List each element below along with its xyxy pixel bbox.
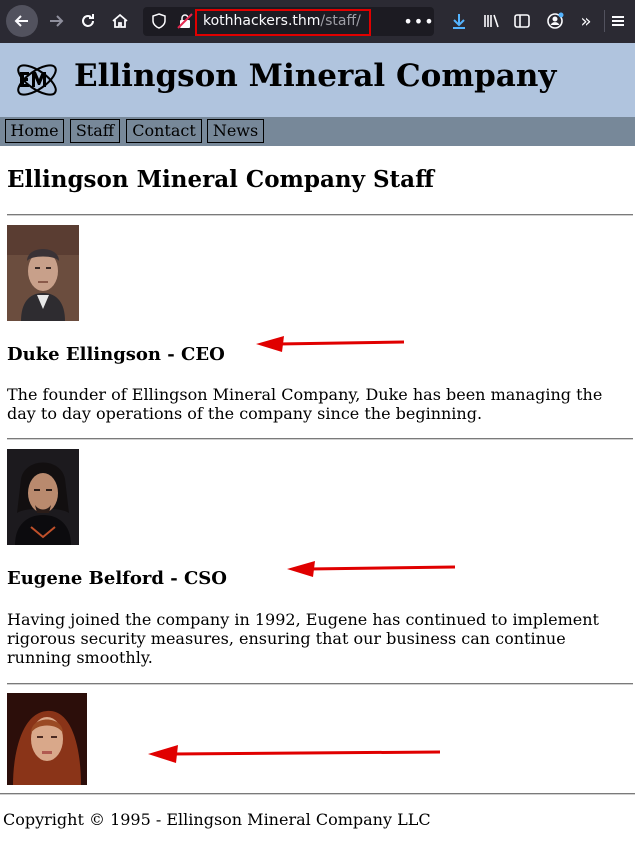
reload-icon[interactable] xyxy=(76,9,100,33)
annotation-arrow-icon xyxy=(148,745,441,763)
staff-photo-duke xyxy=(7,225,79,321)
url-host: kothhackers.thm xyxy=(203,13,321,29)
footer-copyright: Copyright © 1995 - Ellingson Mineral Com… xyxy=(3,810,431,829)
staff-description-eugene: Having joined the company in 1992, Eugen… xyxy=(7,610,599,667)
back-arrow-icon[interactable] xyxy=(6,5,38,37)
home-icon[interactable] xyxy=(108,9,132,33)
staff-photo-eugene xyxy=(7,449,79,545)
page-heading: Ellingson Mineral Company Staff xyxy=(7,166,434,193)
company-logo-icon xyxy=(12,55,62,105)
browser-toolbar: kothhackers.thm/staff/ ••• » xyxy=(0,0,635,43)
url-text[interactable]: kothhackers.thm/staff/ xyxy=(203,13,361,29)
divider xyxy=(7,438,633,440)
divider xyxy=(7,214,633,216)
staff-name-eugene: Eugene Belford - CSO xyxy=(7,568,227,589)
sidebar-icon[interactable] xyxy=(510,9,534,33)
page-actions-dots-icon[interactable]: ••• xyxy=(403,9,433,33)
insecure-lock-icon[interactable] xyxy=(176,12,194,30)
annotation-arrow-icon xyxy=(256,336,405,352)
main-nav: Home Staff Contact News xyxy=(0,117,635,146)
hamburger-menu-icon[interactable] xyxy=(606,9,630,33)
toolbar-separator xyxy=(604,10,605,32)
forward-arrow-icon[interactable] xyxy=(44,9,68,33)
site-header: Ellingson Mineral Company xyxy=(0,43,635,117)
staff-name-duke: Duke Ellingson - CEO xyxy=(7,344,225,365)
account-icon[interactable] xyxy=(543,9,567,33)
library-icon[interactable] xyxy=(479,9,503,33)
url-path: /staff/ xyxy=(320,13,361,29)
footer-divider xyxy=(0,793,635,795)
nav-contact-link[interactable]: Contact xyxy=(126,119,202,143)
overflow-chevron-icon[interactable]: » xyxy=(574,9,598,33)
nav-news-link[interactable]: News xyxy=(207,119,264,143)
nav-home-link[interactable]: Home xyxy=(5,119,64,143)
annotation-arrow-icon xyxy=(287,561,456,577)
nav-staff-link[interactable]: Staff xyxy=(70,119,120,143)
site-title: Ellingson Mineral Company xyxy=(74,58,557,94)
download-icon[interactable] xyxy=(447,9,471,33)
tracking-shield-icon[interactable] xyxy=(150,12,168,30)
staff-description-duke: The founder of Ellingson Mineral Company… xyxy=(7,385,603,423)
staff-photo-third xyxy=(7,693,87,785)
divider xyxy=(7,683,633,685)
